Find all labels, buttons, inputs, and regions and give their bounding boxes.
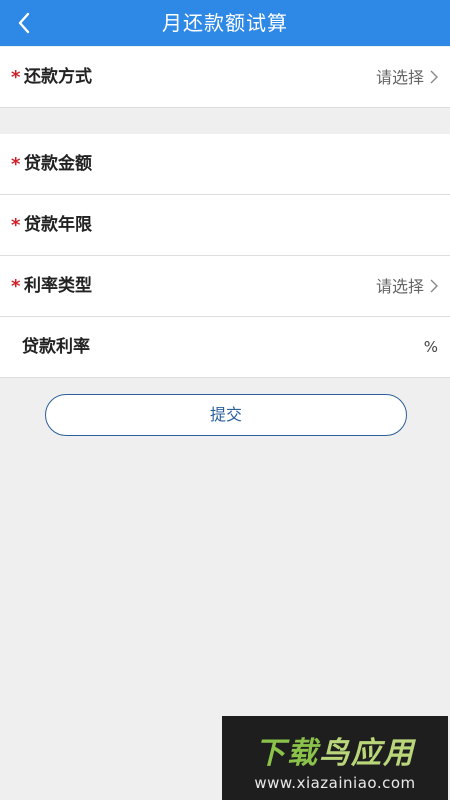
loan-rate-input[interactable]: [130, 331, 410, 365]
required-mark: *: [11, 67, 21, 88]
chevron-right-icon: [430, 70, 438, 84]
loan-rate-row[interactable]: 贷款利率 %: [0, 317, 450, 378]
loan-term-input[interactable]: [130, 209, 410, 243]
repayment-group: * 还款方式 请选择: [0, 47, 450, 108]
required-mark: *: [11, 276, 21, 297]
watermark-title: 下载鸟应用: [222, 728, 448, 772]
rate-type-select[interactable]: 请选择: [376, 256, 424, 317]
watermark-url: www.xiazainiao.com: [254, 774, 416, 792]
loan-term-label: 贷款年限: [24, 215, 92, 235]
repayment-method-label: 还款方式: [24, 67, 92, 87]
loan-details-group: * 贷款金额 * 贷款年限 * 利率类型 请选择 贷款利率 %: [0, 134, 450, 378]
rate-type-row[interactable]: * 利率类型 请选择: [0, 256, 450, 317]
loan-amount-input[interactable]: [130, 148, 410, 182]
watermark-title-part2: 鸟应用: [319, 736, 415, 771]
rate-type-label: 利率类型: [24, 276, 92, 296]
required-mark: *: [11, 215, 21, 236]
repayment-method-row[interactable]: * 还款方式 请选择: [0, 47, 450, 108]
watermark-title-part1: 下载: [255, 736, 319, 771]
percent-unit: %: [423, 338, 438, 356]
watermark-logo: 下载鸟应用 www.xiazainiao.com: [222, 716, 448, 800]
chevron-right-icon: [430, 279, 438, 293]
loan-amount-label: 贷款金额: [24, 154, 92, 174]
app-header: 月还款额试算: [0, 0, 450, 46]
loan-term-row[interactable]: * 贷款年限: [0, 195, 450, 256]
page-title: 月还款额试算: [162, 11, 288, 35]
required-mark: *: [11, 154, 21, 175]
repayment-method-select[interactable]: 请选择: [376, 47, 424, 108]
submit-button[interactable]: 提交: [45, 394, 407, 436]
loan-amount-row[interactable]: * 贷款金额: [0, 134, 450, 195]
loan-rate-label: 贷款利率: [22, 337, 90, 357]
